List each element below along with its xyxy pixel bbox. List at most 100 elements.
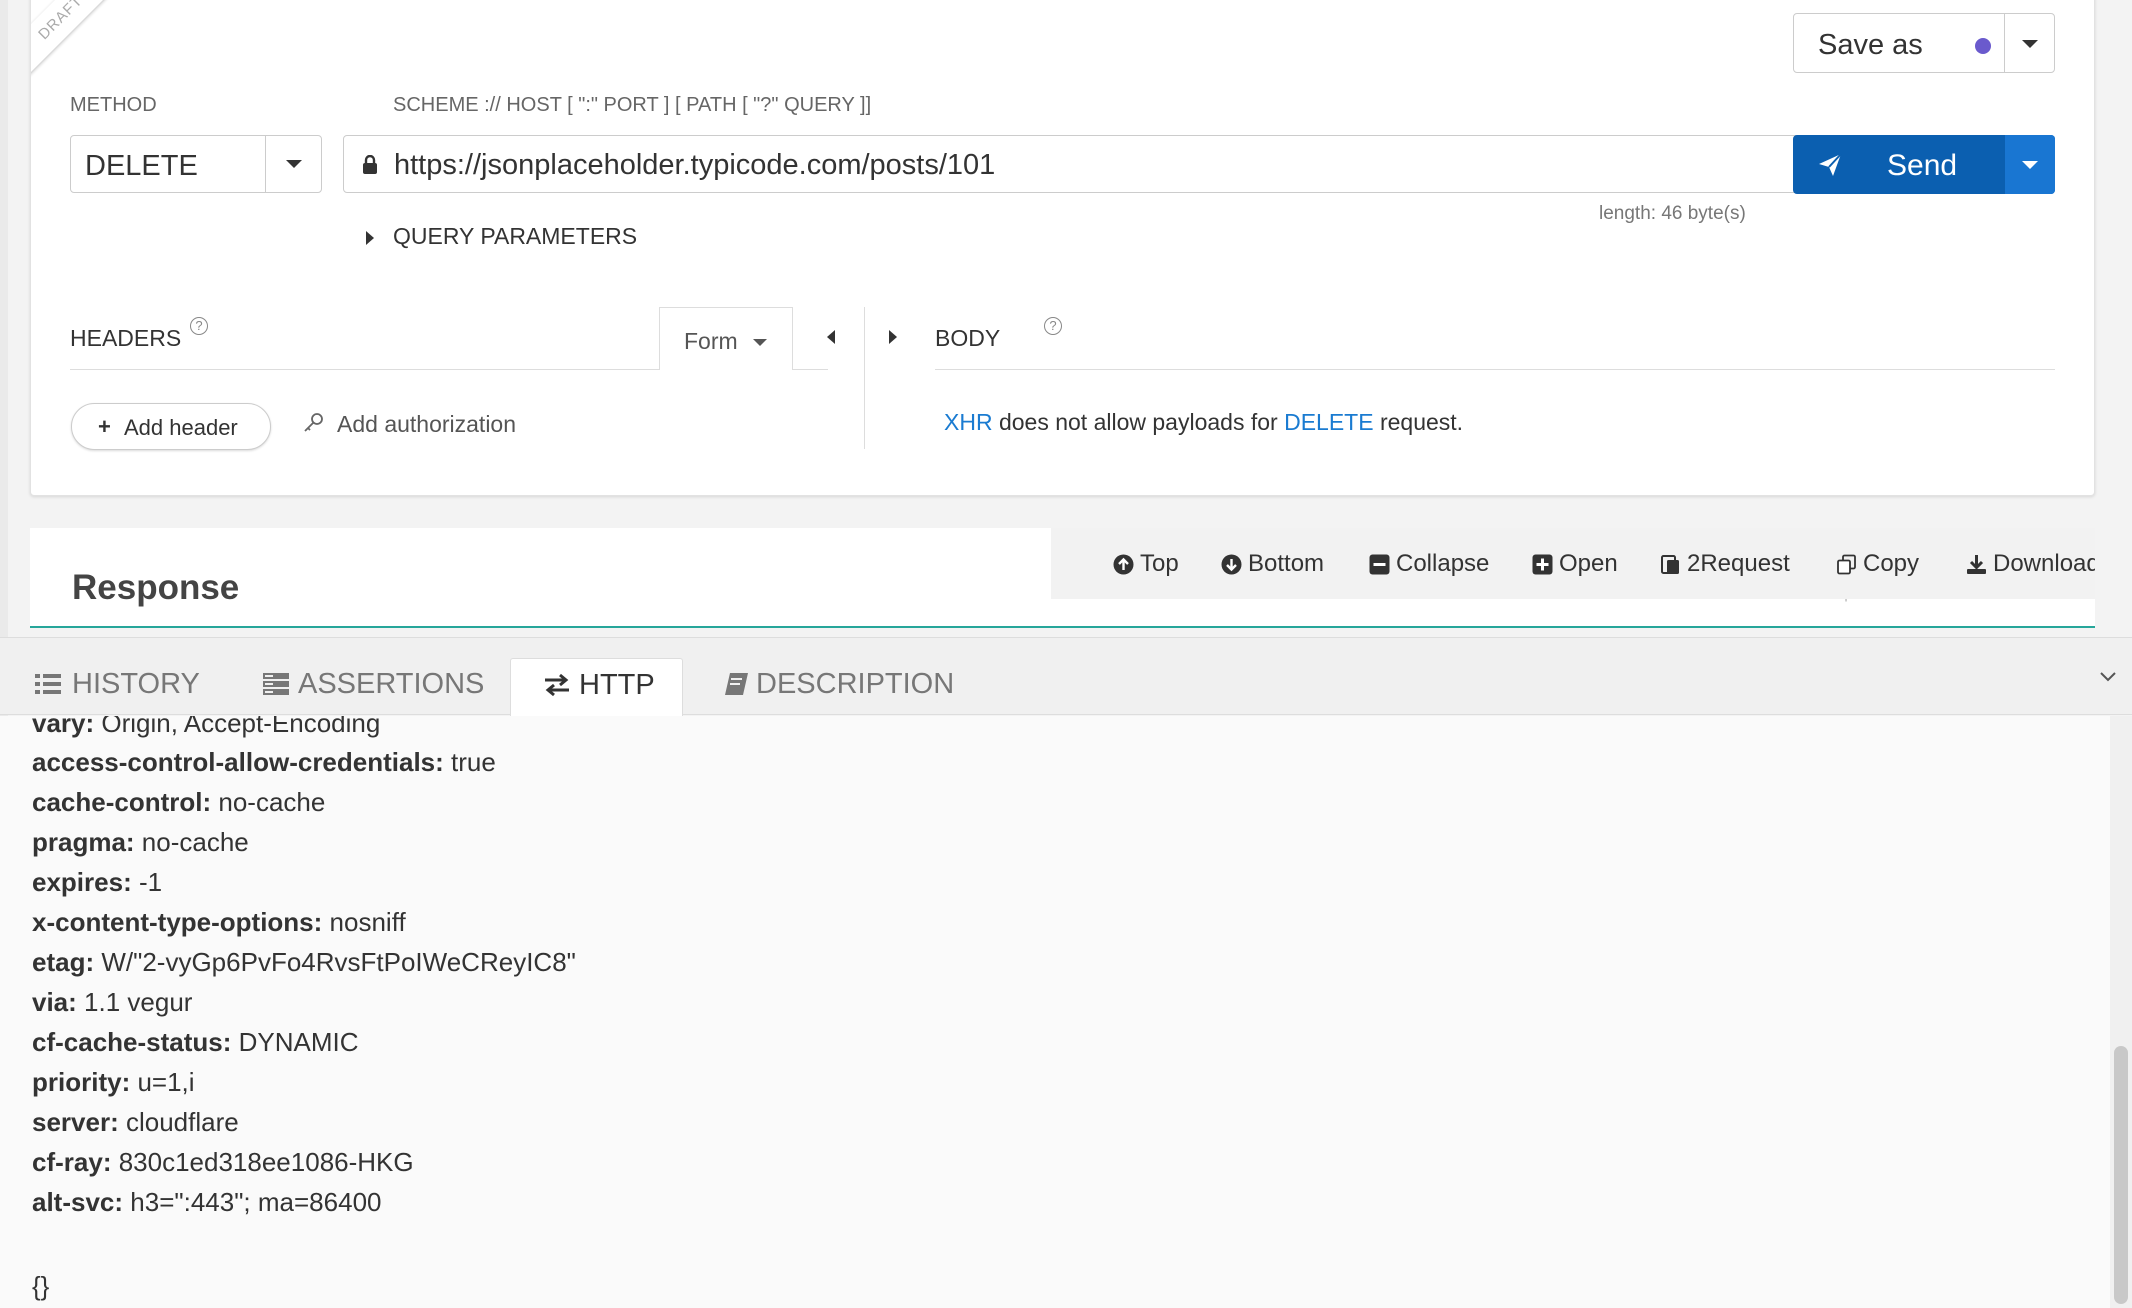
tab-assertions[interactable]: ASSERTIONS — [262, 658, 485, 716]
header-value: -1 — [131, 867, 163, 897]
add-header-label: Add header — [124, 415, 238, 440]
body-message-text: does not allow payloads for — [992, 409, 1285, 435]
download-label: Download — [1993, 550, 2095, 577]
paste-icon — [1661, 555, 1679, 574]
header-line: expires: -1 — [32, 867, 162, 898]
send-main[interactable]: Send — [1793, 135, 2003, 194]
book-icon — [725, 673, 748, 695]
header-line: server: cloudflare — [32, 1107, 239, 1138]
header-line: pragma: no-cache — [32, 827, 249, 858]
save-options-toggle[interactable] — [2004, 14, 2054, 72]
xhr-link[interactable]: XHR — [944, 409, 993, 435]
tab-http-label: HTTP — [579, 669, 655, 701]
header-value: h3=":443"; ma=86400 — [123, 1187, 382, 1217]
arrow-up-circle-icon — [1113, 554, 1134, 575]
header-key: server: — [32, 1107, 119, 1137]
header-line: cf-ray: 830c1ed318ee1086-HKG — [32, 1147, 414, 1178]
expand-arrow-icon — [366, 231, 374, 245]
header-key: cf-cache-status: — [32, 1027, 232, 1057]
open-label: Open — [1559, 550, 1618, 577]
request-panel: DRAFT METHOD DELETE SCHEME :// HOST [ ":… — [30, 0, 2095, 496]
copy-icon — [1837, 554, 1856, 575]
method-link[interactable]: DELETE — [1284, 409, 1373, 435]
add-authorization-label: Add authorization — [337, 411, 517, 437]
header-value: DYNAMIC — [231, 1027, 359, 1057]
draft-ribbon: DRAFT — [31, 0, 134, 91]
chevron-down-icon — [753, 339, 767, 346]
exchange-icon — [545, 673, 569, 697]
header-key: priority: — [32, 1067, 131, 1097]
header-value: true — [443, 747, 496, 777]
method-select[interactable]: DELETE — [70, 135, 322, 193]
response-body: {} — [32, 1271, 50, 1301]
collapse-label: Collapse — [1396, 550, 1490, 577]
tab-http[interactable]: HTTP — [510, 658, 683, 717]
scroll-top-label: Top — [1140, 550, 1179, 577]
method-dropdown-toggle[interactable] — [265, 136, 321, 192]
header-key: expires: — [32, 867, 132, 897]
panel-splitter[interactable] — [864, 307, 865, 449]
header-line: x-content-type-options: nosniff — [32, 907, 406, 938]
add-header-button[interactable]: + Add header — [71, 403, 271, 450]
send-button[interactable]: Send — [1793, 135, 2055, 194]
key-icon — [304, 413, 323, 432]
chevron-down-icon[interactable] — [2100, 672, 2116, 682]
header-value: u=1,i — [130, 1067, 195, 1097]
header-value: 1.1 vegur — [76, 987, 193, 1017]
header-value: nosniff — [322, 907, 406, 937]
header-line: etag: W/"2-vyGp6PvFo4RvsFtPoIWeCReyIC8" — [32, 947, 576, 978]
response-title: Response — [72, 568, 240, 607]
minus-square-icon — [1369, 554, 1390, 575]
bottom-tabs: HISTORY ASSERTIONS HTTP DESCRIPTION — [0, 637, 2132, 717]
chevron-down-icon — [2022, 40, 2038, 48]
chevron-down-icon — [2022, 161, 2038, 169]
method-label: METHOD — [70, 94, 157, 116]
help-icon[interactable]: ? — [190, 317, 208, 335]
scrollbar-thumb[interactable] — [2114, 1046, 2128, 1304]
method-value: DELETE — [85, 150, 198, 182]
tab-description[interactable]: DESCRIPTION — [722, 658, 954, 716]
header-value: W/"2-vyGp6PvFo4RvsFtPoIWeCReyIC8" — [94, 947, 576, 977]
headers-title: HEADERS — [70, 325, 182, 351]
send-label: Send — [1887, 149, 1958, 182]
header-line: cache-control: no-cache — [32, 787, 325, 818]
url-input[interactable]: https://jsonplaceholder.typicode.com/pos… — [343, 135, 1803, 193]
header-key: etag: — [32, 947, 95, 977]
copy-label: Copy — [1863, 550, 1920, 577]
response-panel: Response Cache Detected Elapsed Time: 38… — [30, 528, 2095, 628]
http-headers-view: vary: Origin, Accept-Encoding access-con… — [0, 716, 2110, 1308]
plus-icon: + — [98, 414, 111, 439]
tab-assertions-label: ASSERTIONS — [298, 668, 485, 700]
header-key: via: — [32, 987, 77, 1017]
unsaved-dot-icon — [1975, 38, 1991, 54]
collapse-left-icon[interactable] — [827, 330, 835, 344]
body-message-end: request. — [1373, 409, 1464, 435]
header-value: cloudflare — [118, 1107, 239, 1137]
header-value: 830c1ed318ee1086-HKG — [111, 1147, 414, 1177]
header-key: access-control-allow-credentials: — [32, 747, 444, 777]
tab-history[interactable]: HISTORY — [34, 658, 204, 716]
body-message: XHR does not allow payloads for DELETE r… — [944, 409, 1463, 436]
query-parameters-label: QUERY PARAMETERS — [393, 223, 638, 249]
expand-right-icon[interactable] — [889, 330, 897, 344]
header-key: x-content-type-options: — [32, 907, 323, 937]
body-title: BODY — [935, 325, 1001, 351]
save-as-button[interactable]: Save as — [1793, 13, 2055, 73]
lock-icon — [363, 155, 377, 174]
header-line: access-control-allow-credentials: true — [32, 747, 496, 778]
paper-plane-icon — [1819, 153, 1842, 176]
send-options-toggle[interactable] — [2005, 135, 2055, 194]
header-value: no-cache — [211, 787, 326, 817]
body-divider — [935, 369, 2055, 370]
url-value: https://jsonplaceholder.typicode.com/pos… — [394, 149, 996, 181]
headers-mode-value: Form — [684, 328, 738, 354]
plus-square-icon — [1532, 554, 1553, 575]
header-key: alt-svc: — [32, 1187, 124, 1217]
header-key: cf-ray: — [32, 1147, 112, 1177]
header-line: alt-svc: h3=":443"; ma=86400 — [32, 1187, 382, 1218]
tab-history-label: HISTORY — [72, 668, 200, 700]
help-icon[interactable]: ? — [1044, 317, 1062, 335]
arrow-down-circle-icon — [1221, 554, 1242, 575]
header-key: cache-control: — [32, 787, 212, 817]
headers-mode-select[interactable]: Form — [659, 307, 793, 370]
